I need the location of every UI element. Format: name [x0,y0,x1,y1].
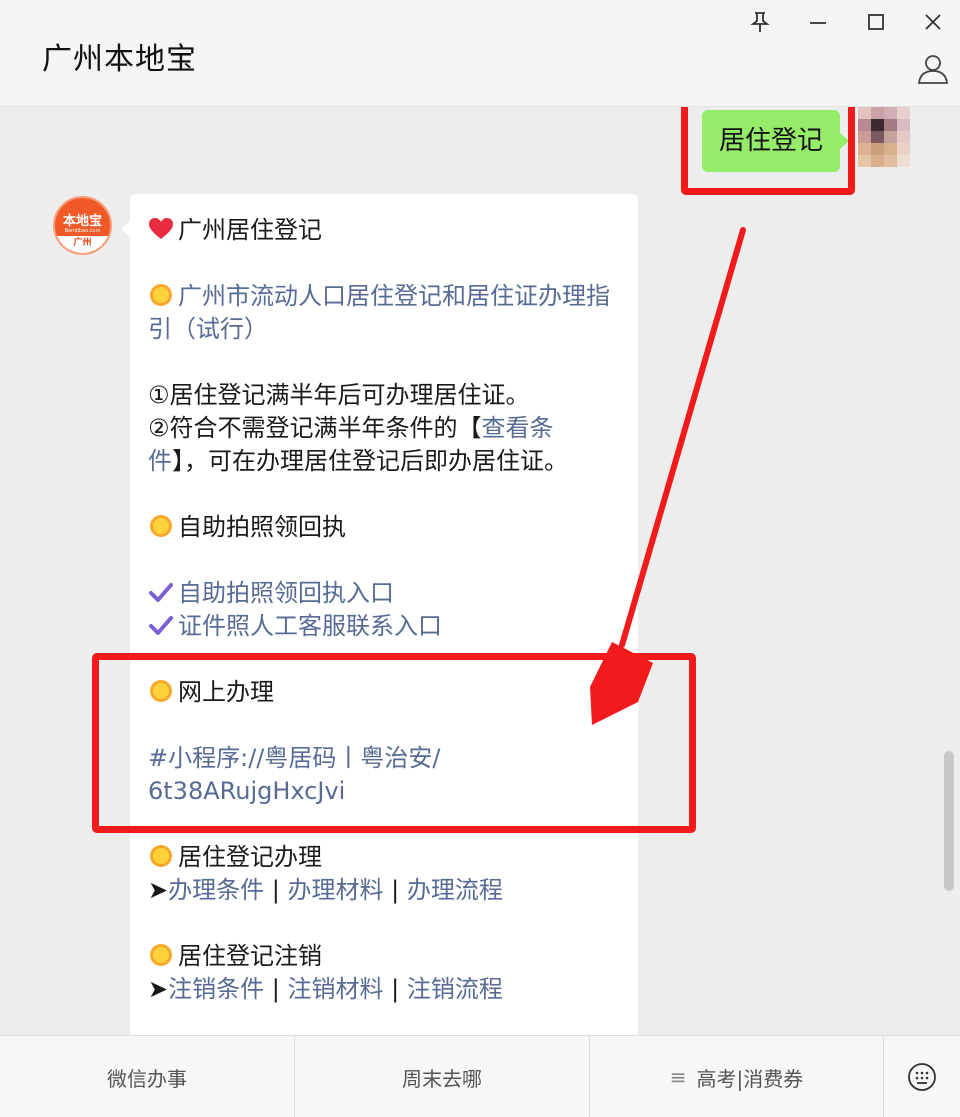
sun-icon [150,680,172,702]
check-icon [149,583,173,602]
close-button[interactable] [916,6,950,38]
guide-link-continued[interactable]: 引（试行） [148,313,620,346]
maximize-button[interactable] [859,6,893,38]
close-icon [925,14,941,30]
service-entry: 证件照人工客服联系入口 [148,610,620,643]
reply-heading: 广州居住登记 [148,214,620,247]
sun-icon [150,284,172,306]
chat-title: 广州本地宝 [42,42,197,77]
register-materials-link[interactable]: 办理材料 [287,876,383,904]
note-2-line-2: 件】，可在办理居住登记后即办居住证。 [148,447,568,475]
register-process-link[interactable]: 办理流程 [407,876,503,904]
self-photo-title: 自助拍照领回执 [148,511,620,544]
self-photo-link[interactable]: 自助拍照领回执入口 [178,579,394,607]
pin-icon [750,12,770,32]
register-title: 居住登记办理 [148,841,620,874]
title-bar: 广州本地宝 [0,0,960,107]
annotation-arrow-icon [590,227,746,725]
sun-icon [150,515,172,537]
profile-icon [917,55,949,84]
check-icon [149,616,173,635]
avatar-city-text: 广州 [55,236,110,253]
keyboard-icon [908,1062,936,1091]
cancel-title: 居住登记注销 [148,940,620,973]
miniprogram-link-continued[interactable]: 6t38ARujgHxcJvi [148,775,620,808]
cancel-conditions-link[interactable]: 注销条件 [168,975,264,1003]
sun-icon [150,944,172,966]
view-conditions-link[interactable]: 查看条 [482,414,554,442]
bot-avatar[interactable]: 本地宝 Bendibao.com 广州 [53,196,112,255]
note-1: ①居住登记满半年后可办理居住证。 [148,381,530,409]
cancel-materials-link[interactable]: 注销材料 [287,975,383,1003]
my-avatar[interactable] [858,107,910,167]
bottom-menu: 微信办事 周末去哪 ≡ 高考|消费券 [0,1035,960,1117]
cancel-links: ➤注销条件 | 注销材料 | 注销流程 [148,975,503,1003]
note-2-line-1: ②符合不需登记满半年条件的【查看条 [148,414,554,442]
menu-item-weekend[interactable]: 周末去哪 [295,1036,590,1117]
register-conditions-link[interactable]: 办理条件 [168,876,264,904]
keyboard-toggle-button[interactable] [884,1036,960,1117]
sent-message-bubble[interactable]: 居住登记 [702,110,850,172]
menu-list-icon: ≡ [669,1065,687,1089]
arrow-icon: ➤ [148,876,169,904]
self-photo-entry: 自助拍照领回执入口 [148,577,620,610]
register-links: ➤办理条件 | 办理材料 | 办理流程 [148,876,503,904]
menu-item-wechat-service[interactable]: 微信办事 [0,1036,295,1117]
maximize-icon [868,14,884,30]
minimize-button[interactable] [801,6,835,38]
chat-area[interactable]: 居住登记 本地宝 Bendibao.com 广州 广州居住登记 广州市流动人口居… [0,107,960,1035]
heart-icon [149,218,173,239]
arrow-icon: ➤ [148,975,169,1003]
pin-button[interactable] [743,6,777,38]
miniprogram-link[interactable]: #小程序://粤居码丨粤治安/ [148,742,620,775]
avatar-logo-text: 本地宝 [62,214,102,229]
menu-item-exam-coupon[interactable]: ≡ 高考|消费券 [590,1036,884,1117]
sun-icon [150,845,172,867]
online-title: 网上办理 [148,676,620,709]
cancel-process-link[interactable]: 注销流程 [407,975,503,1003]
service-link[interactable]: 证件照人工客服联系入口 [178,612,442,640]
minimize-icon [810,22,826,24]
chat-info-button[interactable] [916,52,950,86]
view-conditions-link-continued[interactable]: 件 [148,447,172,475]
avatar-domain-text: Bendibao.com [64,228,101,234]
guide-line-1: 广州市流动人口居住登记和居住证办理指 [148,280,620,313]
chat-scrollbar[interactable] [944,751,954,891]
guide-link[interactable]: 广州市流动人口居住登记和居住证办理指 [178,282,610,310]
